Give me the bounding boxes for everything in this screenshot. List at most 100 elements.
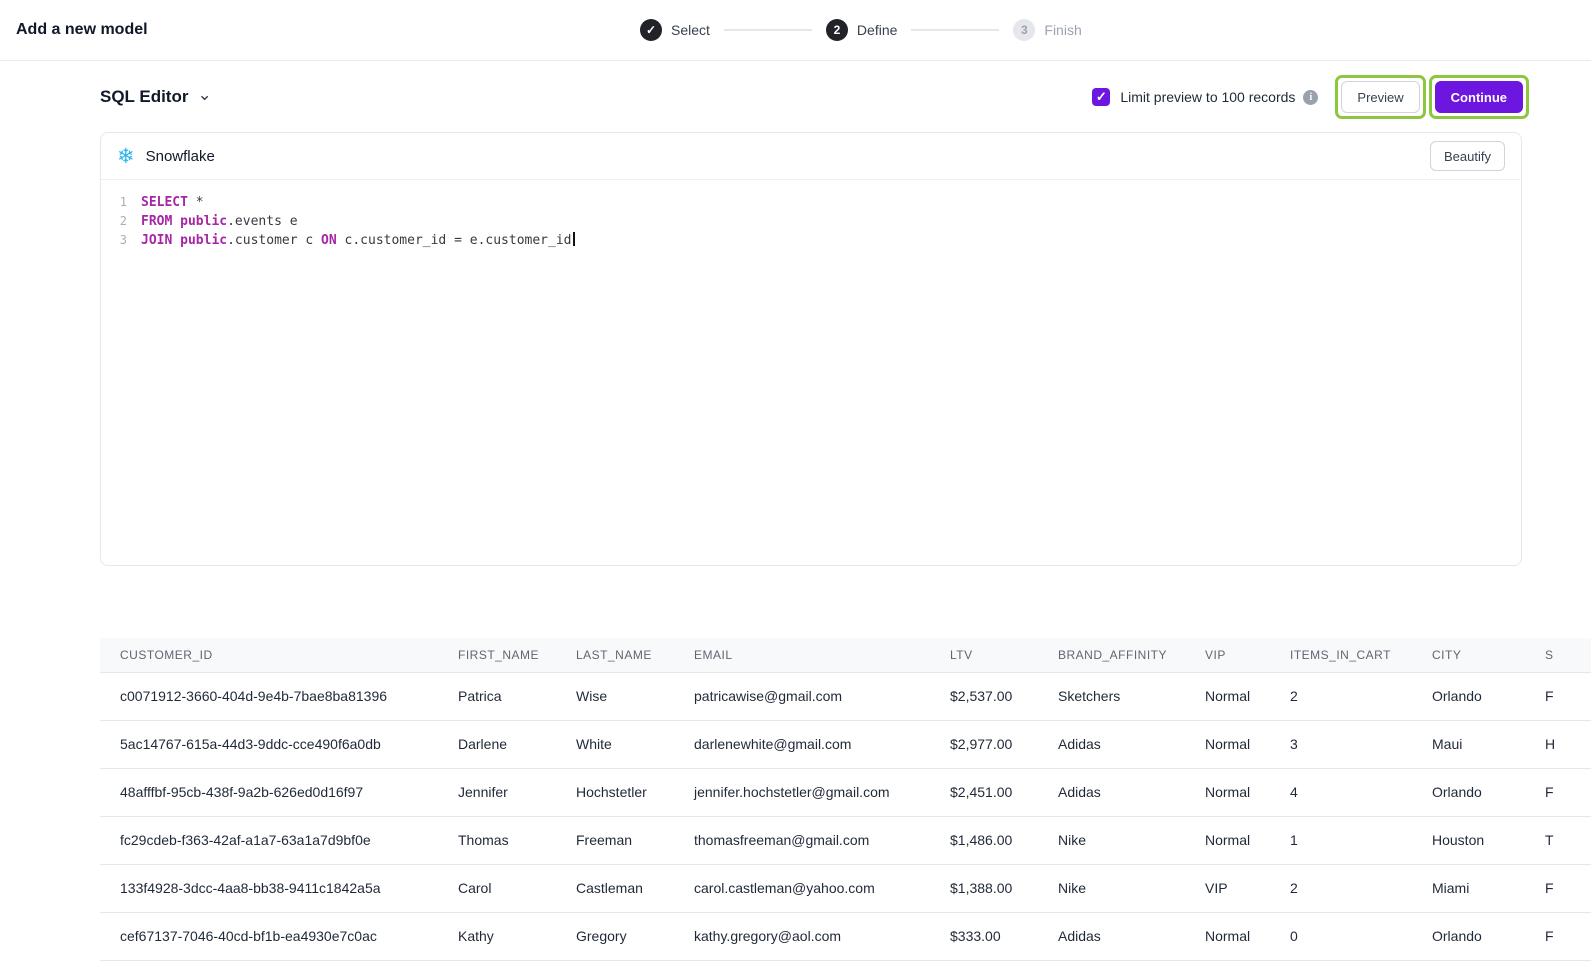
table-cell: Nike (1038, 864, 1185, 912)
table-cell: Normal (1185, 672, 1270, 720)
table-cell: Darlene (438, 720, 556, 768)
code-token: SELECT (141, 195, 188, 210)
table-cell: Hochstetler (556, 768, 674, 816)
code-token: ON (321, 233, 337, 248)
code-line: 2FROM public.events e (117, 212, 1505, 231)
code-token: public (180, 233, 227, 248)
table-cell: F (1525, 864, 1591, 912)
sql-code-editor[interactable]: 1SELECT *2FROM public.events e3JOIN publ… (101, 180, 1521, 565)
preview-button[interactable]: Preview (1341, 81, 1419, 113)
column-header: ITEMS_IN_CART (1270, 638, 1412, 672)
table-row: fc29cdeb-f363-42af-a1a7-63a1a7d9bf0eThom… (100, 816, 1591, 864)
table-row: c0071912-3660-404d-9e4b-7bae8ba81396Patr… (100, 672, 1591, 720)
table-cell: Normal (1185, 816, 1270, 864)
table-cell: Orlando (1412, 672, 1525, 720)
beautify-button[interactable]: Beautify (1430, 141, 1505, 171)
editor-type-label: SQL Editor (100, 87, 188, 107)
table-cell: Jennifer (438, 768, 556, 816)
step-number: 3 (1013, 19, 1035, 41)
table-cell: Adidas (1038, 768, 1185, 816)
table-cell: T (1525, 816, 1591, 864)
table-cell: Orlando (1412, 768, 1525, 816)
code-token: c.customer_id = e.customer_id (337, 233, 572, 248)
limit-preview-label: Limit preview to 100 records (1120, 89, 1295, 105)
table-cell: $2,451.00 (930, 768, 1038, 816)
code-token (172, 214, 180, 229)
preview-table: CUSTOMER_IDFIRST_NAMELAST_NAMEEMAILLTVBR… (100, 638, 1591, 961)
table-cell: 133f4928-3dcc-4aa8-bb38-9411c1842a5a (100, 864, 438, 912)
editor-type-dropdown[interactable]: SQL Editor ⌄ (100, 87, 212, 107)
table-cell: 0 (1270, 912, 1412, 960)
table-cell: Nike (1038, 816, 1185, 864)
code-token: * (188, 195, 204, 210)
code-token: FROM (141, 214, 172, 229)
toolbar-actions: ✓ Limit preview to 100 records i Preview… (1092, 75, 1529, 119)
stepper-step-select: ✓ Select (640, 19, 710, 41)
table-header-row: CUSTOMER_IDFIRST_NAMELAST_NAMEEMAILLTVBR… (100, 638, 1591, 672)
table-cell: kathy.gregory@aol.com (674, 912, 930, 960)
step-label: Select (671, 22, 710, 38)
stepper-step-finish: 3Finish (1013, 19, 1081, 41)
stepper-step-define: 2 Define (826, 19, 897, 41)
column-header: CITY (1412, 638, 1525, 672)
source-name: Snowflake (146, 148, 215, 165)
column-header: S (1525, 638, 1591, 672)
column-header: LTV (930, 638, 1038, 672)
table-cell: Carol (438, 864, 556, 912)
page-title: Add a new model (0, 21, 148, 39)
column-header: FIRST_NAME (438, 638, 556, 672)
table-cell: fc29cdeb-f363-42af-a1a7-63a1a7d9bf0e (100, 816, 438, 864)
table-cell: $2,537.00 (930, 672, 1038, 720)
code-token: .events e (227, 214, 297, 229)
line-number: 2 (117, 212, 127, 231)
table-cell: Orlando (1412, 912, 1525, 960)
continue-button-highlight: Continue (1429, 75, 1529, 119)
sql-editor-panel: ❄ Snowflake Beautify 1SELECT *2 FROM publ… (100, 132, 1522, 566)
table-cell: F (1525, 768, 1591, 816)
column-header: LAST_NAME (556, 638, 674, 672)
preview-table-body: c0071912-3660-404d-9e4b-7bae8ba81396Patr… (100, 672, 1591, 960)
snowflake-icon: ❄ (117, 146, 135, 167)
table-cell: $1,388.00 (930, 864, 1038, 912)
table-cell: jennifer.hochstetler@gmail.com (674, 768, 930, 816)
table-cell: c0071912-3660-404d-9e4b-7bae8ba81396 (100, 672, 438, 720)
table-cell: F (1525, 912, 1591, 960)
table-cell: $333.00 (930, 912, 1038, 960)
table-cell: 1 (1270, 816, 1412, 864)
table-cell: 5ac14767-615a-44d3-9ddc-cce490f6a0db (100, 720, 438, 768)
code-line: 1SELECT * (117, 193, 1505, 212)
preview-button-highlight: Preview (1335, 75, 1425, 119)
table-cell: carol.castleman@yahoo.com (674, 864, 930, 912)
table-row: cef67137-7046-40cd-bf1b-ea4930e7c0acKath… (100, 912, 1591, 960)
step-label: Define (857, 22, 897, 38)
stepper-connector (724, 29, 812, 31)
sql-editor-header: ❄ Snowflake Beautify (101, 133, 1521, 180)
toolbar: SQL Editor ⌄ ✓ Limit preview to 100 reco… (0, 75, 1591, 119)
table-cell: 48afffbf-95cb-438f-9a2b-626ed0d16f97 (100, 768, 438, 816)
continue-button[interactable]: Continue (1435, 81, 1523, 113)
stepper-connector (911, 29, 999, 31)
info-icon[interactable]: i (1303, 90, 1318, 105)
column-header: EMAIL (674, 638, 930, 672)
table-cell: Wise (556, 672, 674, 720)
table-cell: 2 (1270, 672, 1412, 720)
table-cell: Patrica (438, 672, 556, 720)
top-bar: Add a new model ✓ Select 2 Define 3Finish (0, 0, 1591, 61)
code-token (172, 233, 180, 248)
text-cursor (573, 232, 575, 246)
table-cell: White (556, 720, 674, 768)
table-cell: Adidas (1038, 912, 1185, 960)
table-cell: $2,977.00 (930, 720, 1038, 768)
table-cell: Miami (1412, 864, 1525, 912)
code-token: .customer c (227, 233, 321, 248)
step-number: 2 (826, 19, 848, 41)
stepper: ✓ Select 2 Define 3Finish (640, 0, 1082, 60)
table-cell: cef67137-7046-40cd-bf1b-ea4930e7c0ac (100, 912, 438, 960)
chevron-down-icon: ⌄ (197, 90, 211, 100)
check-icon: ✓ (640, 19, 662, 41)
table-cell: F (1525, 672, 1591, 720)
limit-preview-checkbox[interactable]: ✓ (1092, 88, 1110, 106)
table-cell: Thomas (438, 816, 556, 864)
table-cell: Freeman (556, 816, 674, 864)
table-row: 48afffbf-95cb-438f-9a2b-626ed0d16f97Jenn… (100, 768, 1591, 816)
